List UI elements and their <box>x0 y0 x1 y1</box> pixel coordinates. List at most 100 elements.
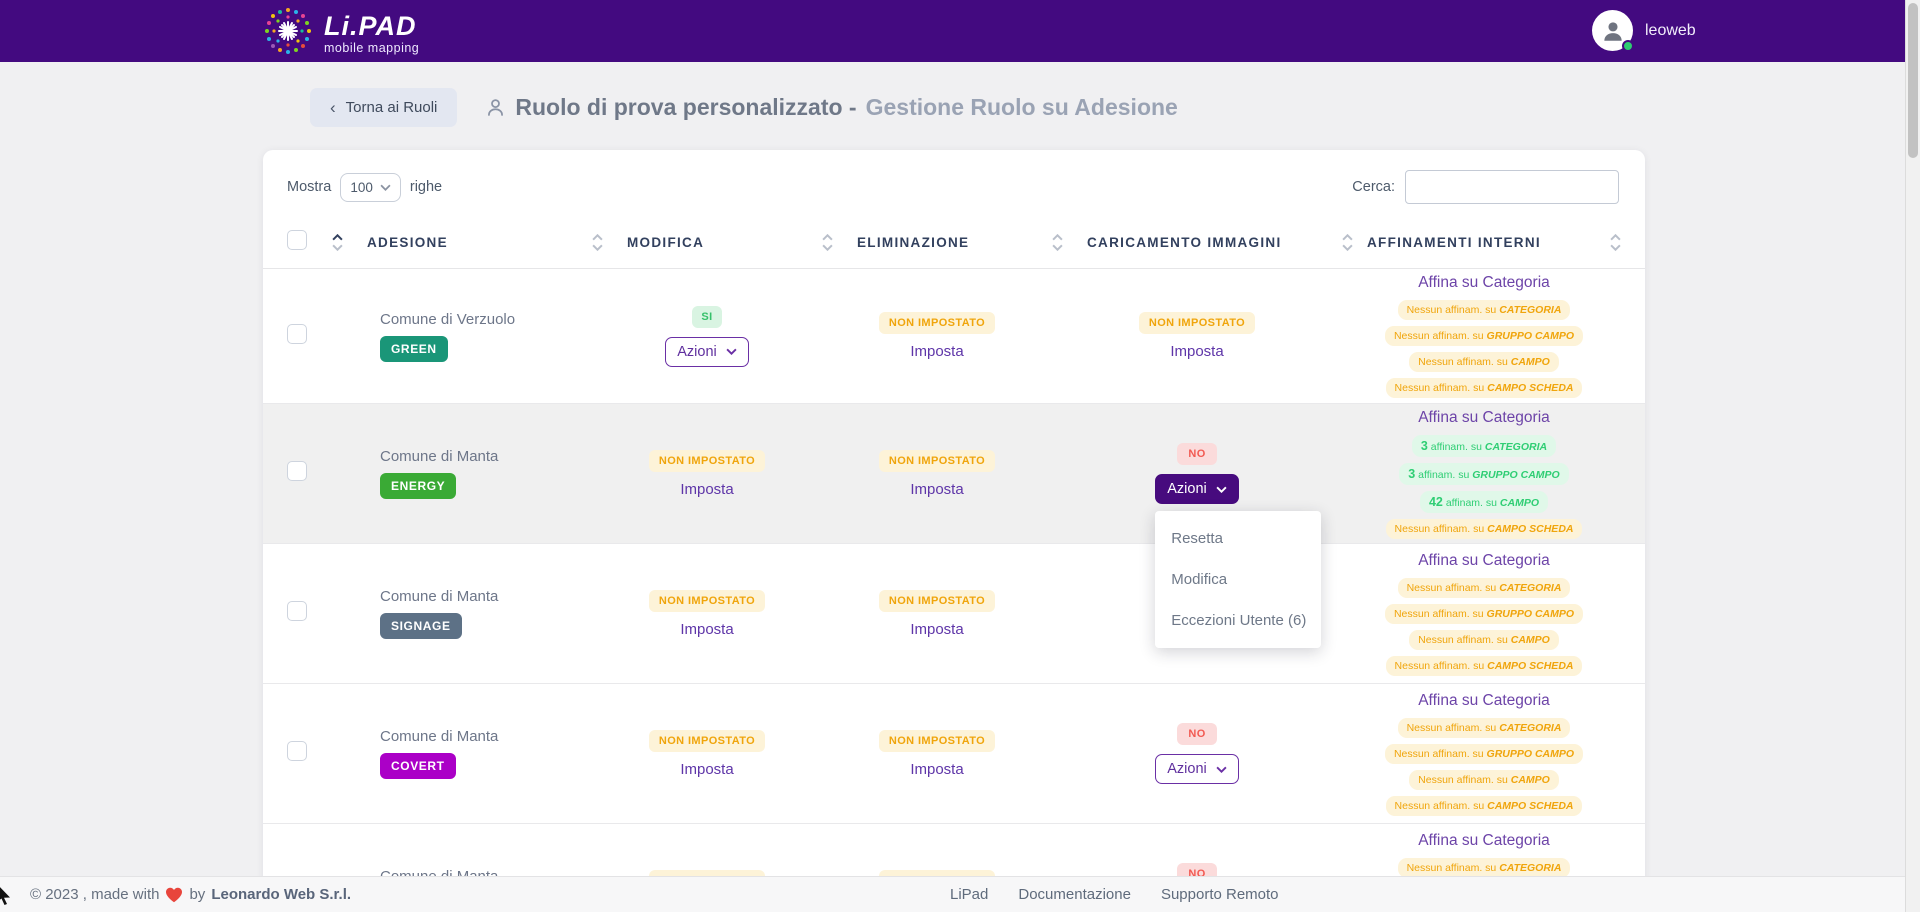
azioni-button[interactable]: Azioni <box>1155 754 1239 784</box>
footer-link-supporto-remoto[interactable]: Supporto Remoto <box>1161 886 1279 903</box>
status-badge: NO <box>1177 723 1216 745</box>
sort-icon[interactable] <box>822 234 833 251</box>
table-row: Comune di Manta ENERGY NON IMPOSTATO Imp… <box>263 404 1645 544</box>
select-all-checkbox[interactable] <box>287 230 307 250</box>
company-name: Leonardo Web S.r.l. <box>211 886 351 903</box>
table-row: Comune di Manta SIGNAGE NON IMPOSTATO Im… <box>263 544 1645 684</box>
logo-subtitle: mobile mapping <box>324 42 419 55</box>
affinamento-badge: Nessun affinam. su GRUPPO CAMPO <box>1385 326 1583 346</box>
affinamento-badge: Nessun affinam. su CATEGORIA <box>1398 300 1571 320</box>
status-badge: NON IMPOSTATO <box>879 450 995 472</box>
chevron-down-icon <box>1216 486 1227 493</box>
adesione-name: Comune di Manta <box>380 728 498 745</box>
status-badge: NON IMPOSTATO <box>879 590 995 612</box>
chevron-down-icon <box>380 184 391 191</box>
column-header-affinamenti-interni[interactable]: AFFINAMENTI INTERNI <box>1367 235 1541 250</box>
row-checkbox[interactable] <box>287 601 307 621</box>
status-badge: SI <box>692 306 721 328</box>
roles-table-card: Mostra 100 righe Cerca: ADESIONE <box>263 150 1645 912</box>
imposta-link[interactable]: Imposta <box>1170 343 1223 360</box>
azioni-button-open[interactable]: Azioni <box>1155 474 1239 504</box>
column-header-adesione[interactable]: ADESIONE <box>367 235 448 250</box>
adesione-tag: SIGNAGE <box>380 613 462 639</box>
back-button-label: Torna ai Ruoli <box>346 99 438 116</box>
mouse-cursor <box>0 884 12 906</box>
affina-categoria-link[interactable]: Affina su Categoria <box>1418 832 1550 850</box>
chevron-down-icon <box>726 348 737 355</box>
heart-icon <box>165 887 183 903</box>
menu-item-resetta[interactable]: Resetta <box>1155 518 1321 559</box>
footer-link-lipad[interactable]: LiPad <box>950 886 988 903</box>
page-title-role-name: Ruolo di prova personalizzato - <box>515 94 856 121</box>
sort-icon[interactable] <box>1342 234 1353 251</box>
affinamento-badge: Nessun affinam. su CAMPO <box>1409 352 1559 372</box>
user-icon <box>1600 18 1626 44</box>
imposta-link[interactable]: Imposta <box>680 621 733 638</box>
search-input[interactable] <box>1405 170 1619 204</box>
search-label: Cerca: <box>1352 179 1395 195</box>
column-header-eliminazione[interactable]: ELIMINAZIONE <box>857 235 969 250</box>
imposta-link[interactable]: Imposta <box>680 481 733 498</box>
page-title: Ruolo di prova personalizzato - Gestione… <box>485 94 1177 121</box>
imposta-link[interactable]: Imposta <box>910 621 963 638</box>
status-badge: NON IMPOSTATO <box>879 730 995 752</box>
username-label: leoweb <box>1645 22 1696 40</box>
column-header-caricamento-immagini[interactable]: CARICAMENTO IMMAGINI <box>1087 235 1282 250</box>
table-row: Comune di Manta COVERT NON IMPOSTATO Imp… <box>263 684 1645 824</box>
sort-icon[interactable] <box>332 234 343 251</box>
affinamento-badge: Nessun affinam. su GRUPPO CAMPO <box>1385 744 1583 764</box>
rows-per-page-select[interactable]: 100 <box>340 173 401 202</box>
chevron-down-icon <box>1216 766 1227 773</box>
row-checkbox[interactable] <box>287 461 307 481</box>
back-to-roles-button[interactable]: ‹ Torna ai Ruoli <box>310 88 457 127</box>
column-header-modifica[interactable]: MODIFICA <box>627 235 704 250</box>
row-checkbox[interactable] <box>287 741 307 761</box>
affinamento-badge: Nessun affinam. su CATEGORIA <box>1398 578 1571 598</box>
affina-categoria-link[interactable]: Affina su Categoria <box>1418 274 1550 292</box>
menu-item-modifica[interactable]: Modifica <box>1155 559 1321 600</box>
azioni-dropdown-menu: Resetta Modifica Eccezioni Utente (6) <box>1155 511 1321 648</box>
affinamento-badge: Nessun affinam. su CAMPO <box>1409 770 1559 790</box>
page-scrollbar[interactable] <box>1905 0 1920 912</box>
status-badge: NON IMPOSTATO <box>649 590 765 612</box>
scrollbar-thumb[interactable] <box>1908 3 1918 158</box>
status-badge: NO <box>1177 443 1216 465</box>
status-badge: NON IMPOSTATO <box>879 312 995 334</box>
lipad-logo[interactable]: Li.PAD mobile mapping <box>260 3 419 64</box>
user-menu[interactable]: leoweb <box>1592 10 1696 51</box>
imposta-link[interactable]: Imposta <box>910 761 963 778</box>
avatar[interactable] <box>1592 10 1633 51</box>
affina-categoria-link[interactable]: Affina su Categoria <box>1418 552 1550 570</box>
adesione-name: Comune di Verzuolo <box>380 311 515 328</box>
affinamento-badge: 3 affinam. su GRUPPO CAMPO <box>1399 463 1568 485</box>
top-navbar: Li.PAD mobile mapping leoweb <box>0 0 1920 62</box>
imposta-link[interactable]: Imposta <box>910 481 963 498</box>
sort-icon[interactable] <box>1052 234 1063 251</box>
azioni-button[interactable]: Azioni <box>665 337 749 367</box>
logo-title: Li.PAD <box>324 13 419 40</box>
row-checkbox[interactable] <box>287 324 307 344</box>
affinamento-badge: Nessun affinam. su GRUPPO CAMPO <box>1385 604 1583 624</box>
imposta-link[interactable]: Imposta <box>910 343 963 360</box>
rows-suffix-label: righe <box>410 179 442 195</box>
sort-icon[interactable] <box>592 234 603 251</box>
footer: © 2023 , made with by Leonardo Web S.r.l… <box>0 876 1920 912</box>
affinamento-badge: 3 affinam. su CATEGORIA <box>1412 435 1556 457</box>
menu-item-eccezioni-utente[interactable]: Eccezioni Utente (6) <box>1155 600 1321 641</box>
imposta-link[interactable]: Imposta <box>680 761 733 778</box>
affinamento-badge: Nessun affinam. su CAMPO <box>1409 630 1559 650</box>
lipad-logo-icon <box>260 3 316 64</box>
sort-icon[interactable] <box>1610 234 1621 251</box>
table-header: ADESIONE MODIFICA ELIMINAZIONE <box>263 216 1645 269</box>
page-title-section: Gestione Ruolo su Adesione <box>866 94 1178 121</box>
affina-categoria-link[interactable]: Affina su Categoria <box>1418 409 1550 427</box>
status-badge: NON IMPOSTATO <box>649 730 765 752</box>
copyright-text: © 2023 , made with <box>30 886 159 903</box>
affina-categoria-link[interactable]: Affina su Categoria <box>1418 692 1550 710</box>
footer-link-documentazione[interactable]: Documentazione <box>1018 886 1131 903</box>
table-row: Comune di Verzuolo GREEN SI Azioni NON I… <box>263 269 1645 404</box>
person-icon <box>485 97 506 118</box>
adesione-name: Comune di Manta <box>380 588 498 605</box>
adesione-tag: COVERT <box>380 753 456 779</box>
online-status-dot <box>1622 40 1634 52</box>
